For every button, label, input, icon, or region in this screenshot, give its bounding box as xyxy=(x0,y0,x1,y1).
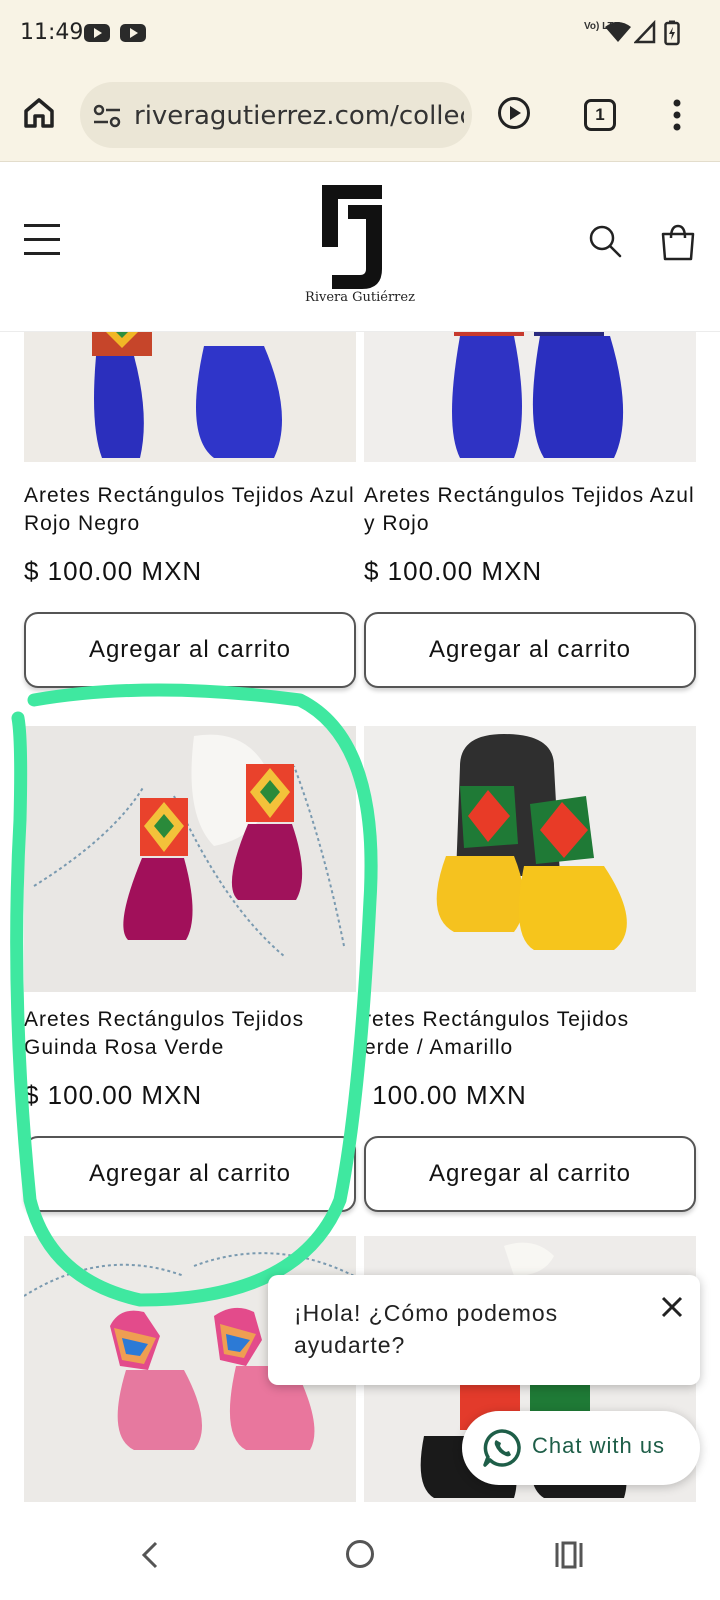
product-image[interactable] xyxy=(24,726,356,992)
youtube-notification-icon xyxy=(120,24,146,42)
add-to-cart-button[interactable]: Agregar al carrito xyxy=(364,612,696,688)
signal-icon xyxy=(634,20,656,44)
product-price: $ 100.00 MXN xyxy=(24,1080,203,1110)
search-icon[interactable] xyxy=(588,224,622,260)
brand-name: Rivera Gutiérrez xyxy=(305,290,415,305)
wifi-icon xyxy=(605,22,631,42)
product-image[interactable] xyxy=(364,332,696,462)
chat-with-us-button[interactable]: Chat with us xyxy=(462,1411,700,1485)
home-icon[interactable] xyxy=(22,96,56,130)
product-title[interactable]: Aretes Rectángulos Tejidos Guinda Rosa V… xyxy=(24,1006,356,1062)
chat-popover: ¡Hola! ¿Cómo podemos ayudarte? xyxy=(268,1275,700,1385)
close-icon[interactable] xyxy=(658,1293,686,1321)
site-header: Rivera Gutiérrez xyxy=(0,162,720,332)
menu-icon[interactable] xyxy=(24,224,60,256)
product-title[interactable]: Aretes Rectángulos Tejidos Azul y Rojo xyxy=(364,482,696,538)
whatsapp-icon xyxy=(483,1429,521,1467)
product-image[interactable] xyxy=(364,726,696,992)
address-bar[interactable]: riveragutierrez.com/collecti xyxy=(80,82,472,148)
home-button[interactable] xyxy=(346,1540,374,1568)
browser-toolbar: riveragutierrez.com/collecti 1 xyxy=(0,68,720,162)
battery-icon xyxy=(664,20,680,46)
add-to-cart-button[interactable]: Agregar al carrito xyxy=(364,1136,696,1212)
site-settings-icon[interactable] xyxy=(92,104,122,128)
back-icon[interactable] xyxy=(140,1540,160,1570)
cart-icon[interactable] xyxy=(660,224,696,262)
status-bar: 11:49 Vo) LTE xyxy=(0,0,720,68)
play-icon[interactable] xyxy=(497,96,531,130)
status-time: 11:49 xyxy=(20,20,84,45)
recent-apps-icon[interactable] xyxy=(554,1541,584,1569)
url-text[interactable]: riveragutierrez.com/collecti xyxy=(134,101,464,131)
product-image[interactable] xyxy=(24,332,356,462)
add-to-cart-button[interactable]: Agregar al carrito xyxy=(24,612,356,688)
product-title[interactable]: Aretes Rectángulos Tejidos Azul Rojo Neg… xyxy=(24,482,356,538)
chat-button-label: Chat with us xyxy=(532,1433,666,1458)
product-price: $ 100.00 MXN xyxy=(24,556,203,586)
product-price: $ 100.00 MXN xyxy=(364,556,543,586)
product-price: 100.00 MXN xyxy=(364,1080,527,1110)
more-options-icon[interactable] xyxy=(672,98,682,132)
system-navigation-bar xyxy=(0,1512,720,1600)
chat-greeting: ¡Hola! ¿Cómo podemos ayudarte? xyxy=(294,1300,559,1358)
add-to-cart-button[interactable]: Agregar al carrito xyxy=(24,1136,356,1212)
product-title[interactable]: retes Rectángulos Tejidos erde / Amarillo xyxy=(364,1006,696,1062)
youtube-notification-icon xyxy=(84,24,110,42)
tab-switcher-button[interactable]: 1 xyxy=(584,99,616,131)
